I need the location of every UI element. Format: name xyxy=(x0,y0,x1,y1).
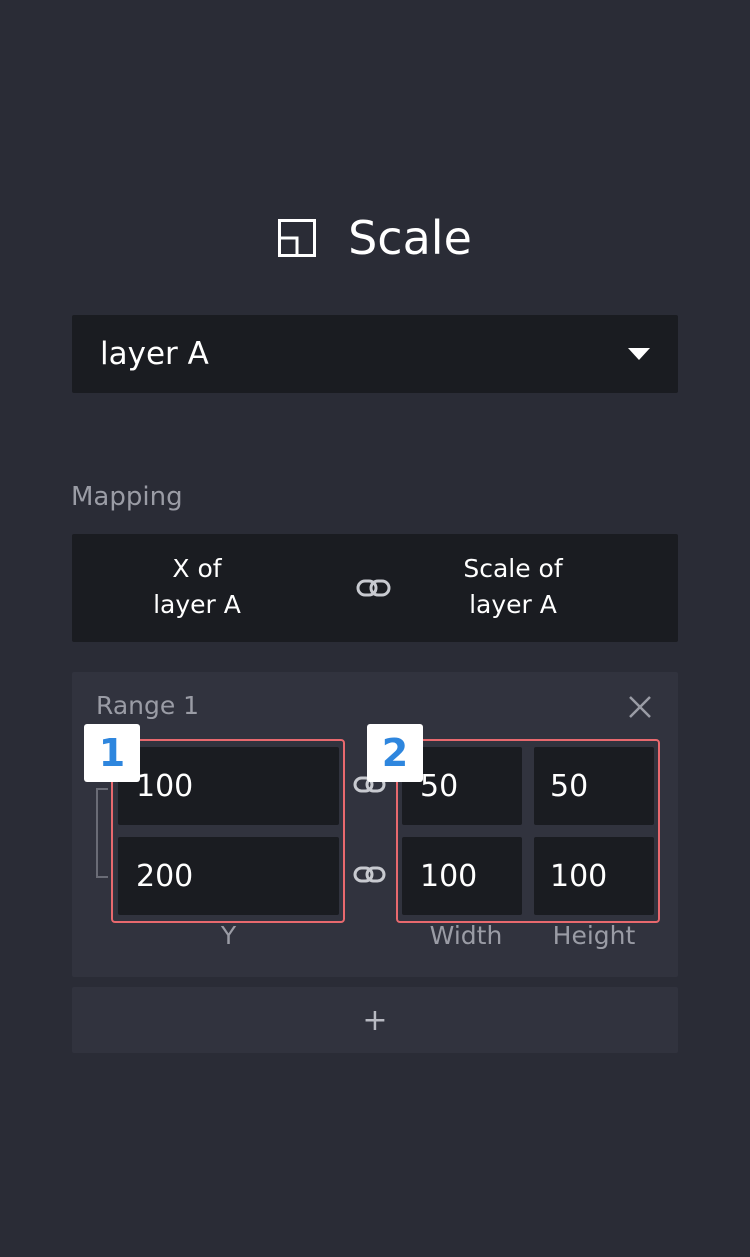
annotation-badge-1: 1 xyxy=(84,724,140,782)
annotation-badge-2: 2 xyxy=(367,724,423,782)
mapping-source: X of layer A xyxy=(72,551,322,623)
panel-title: Scale xyxy=(0,208,750,268)
width-column-label: Width xyxy=(429,921,503,950)
highlight-box-1 xyxy=(111,739,345,923)
link-icon xyxy=(356,576,392,602)
scale-icon xyxy=(278,219,317,257)
range-title: Range 1 xyxy=(96,691,200,720)
mapping-target-line2: layer A xyxy=(469,590,557,619)
mapping-source-line1: X of xyxy=(172,554,222,583)
mapping-target-line1: Scale of xyxy=(463,554,563,583)
height-column-label: Height xyxy=(552,921,636,950)
add-range-button[interactable]: + xyxy=(72,987,678,1053)
title-label: Scale xyxy=(348,211,472,265)
highlight-box-2 xyxy=(396,739,660,923)
mapping-source-line2: layer A xyxy=(153,590,241,619)
link-icon[interactable] xyxy=(353,863,387,887)
y-column-label: Y xyxy=(220,921,237,950)
caret-down-icon xyxy=(628,348,650,360)
layer-select[interactable]: layer A xyxy=(72,315,678,393)
mapping-label: Mapping xyxy=(71,482,183,512)
plus-icon: + xyxy=(362,1002,388,1038)
layer-select-value: layer A xyxy=(100,336,209,372)
range-bracket xyxy=(96,788,108,878)
close-icon[interactable] xyxy=(626,693,654,721)
mapping-target: Scale of layer A xyxy=(388,551,638,623)
